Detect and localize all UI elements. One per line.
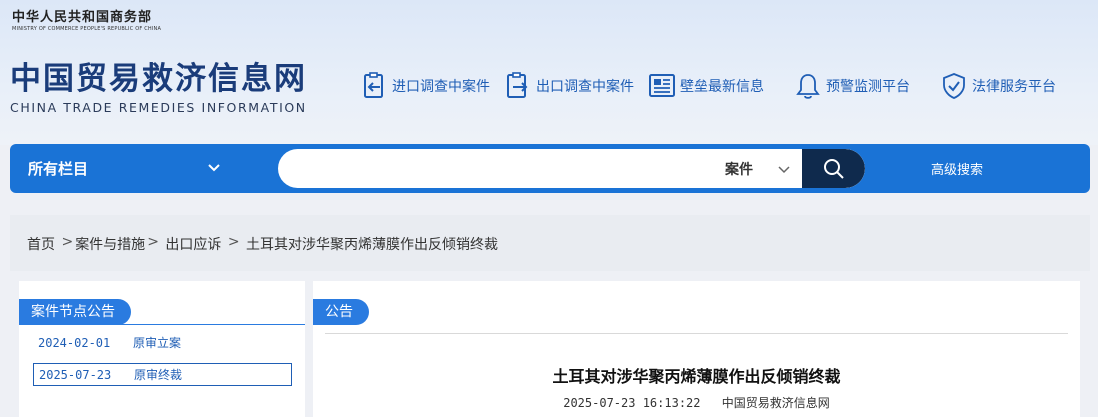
search-icon — [823, 158, 844, 179]
case-node-item-active[interactable]: 2025-07-23 原审终裁 — [33, 363, 292, 386]
nav-export-label: 出口调查中案件 — [536, 79, 634, 95]
divider — [19, 324, 305, 325]
nav-export-cases[interactable]: 出口调查中案件 — [504, 70, 634, 102]
case-node-label: 原审终裁 — [134, 368, 183, 382]
article-time: 2025-07-23 16:13:22 — [563, 396, 701, 410]
search-bar: 所有栏目 案件 高级搜索 — [10, 144, 1090, 193]
search-box: 案件 — [278, 149, 865, 188]
breadcrumb-separator: > — [147, 234, 164, 250]
shield-check-icon — [943, 73, 965, 99]
breadcrumb-home[interactable]: 首页 — [27, 234, 55, 254]
scope-dropdown[interactable]: 案件 — [725, 149, 800, 188]
nav-import-cases[interactable]: 进口调查中案件 — [360, 70, 490, 102]
search-button[interactable] — [802, 149, 865, 188]
import-doc-icon — [364, 72, 383, 98]
case-node-label: 原审立案 — [133, 336, 182, 350]
category-label: 所有栏目 — [28, 160, 89, 178]
newspaper-icon — [649, 74, 675, 97]
site-title-en: CHINA TRADE REMEDIES INFORMATION — [10, 100, 307, 115]
chevron-down-icon — [778, 166, 790, 174]
breadcrumb-separator: > — [57, 234, 74, 250]
nav-import-label: 进口调查中案件 — [392, 79, 490, 95]
case-node-date: 2024-02-01 — [38, 335, 111, 350]
ministry-logo[interactable]: 中华人民共和国商务部 MINISTRY OF COMMERCE PEOPLE'S… — [12, 6, 161, 32]
nav-warning-platform[interactable]: 预警监测平台 — [794, 70, 910, 102]
search-input[interactable] — [296, 149, 696, 188]
export-doc-icon — [507, 72, 528, 98]
divider — [325, 333, 1068, 334]
nav-warning-label: 预警监测平台 — [826, 79, 910, 95]
bell-icon — [796, 74, 820, 99]
nav-legal-platform[interactable]: 法律服务平台 — [940, 70, 1056, 102]
breadcrumb-export[interactable]: 出口应诉 — [165, 234, 221, 254]
ministry-name-cn: 中华人民共和国商务部 — [12, 10, 153, 25]
breadcrumb-current: 土耳其对涉华聚丙烯薄膜作出反倾销终裁 — [246, 237, 499, 253]
article-source: 中国贸易救济信息网 — [721, 396, 830, 410]
announcement-panel: 公告 土耳其对涉华聚丙烯薄膜作出反倾销终裁 2025-07-23 16:13:2… — [313, 281, 1080, 417]
case-node-date: 2025-07-23 — [39, 367, 112, 382]
nav-legal-label: 法律服务平台 — [972, 79, 1056, 95]
site-title-cn: 中国贸易救济信息网 — [10, 61, 307, 97]
breadcrumb-bar: 首页 > 案件与措施 > 出口应诉 > 土耳其对涉华聚丙烯薄膜作出反倾销终裁 — [10, 215, 1090, 271]
ministry-name-en: MINISTRY OF COMMERCE PEOPLE'S REPUBLIC O… — [12, 26, 162, 32]
case-node-item[interactable]: 2024-02-01 原审立案 — [33, 331, 292, 354]
top-nav: 进口调查中案件 出口调查中案件 壁垒最新信息 预警监测平台 法律服务平台 — [360, 70, 1056, 102]
breadcrumb: 首页 > 案件与措施 > 出口应诉 > 土耳其对涉华聚丙烯薄膜作出反倾销终裁 — [27, 234, 498, 254]
scope-label: 案件 — [725, 161, 753, 178]
category-dropdown[interactable]: 所有栏目 — [28, 144, 228, 193]
announcement-tab: 公告 — [313, 299, 369, 325]
case-nodes-panel: 案件节点公告 2024-02-01 原审立案 2025-07-23 原审终裁 — [19, 281, 305, 417]
breadcrumb-cases[interactable]: 案件与措施 — [75, 234, 145, 254]
breadcrumb-separator: > — [223, 234, 245, 250]
nav-barrier-news[interactable]: 壁垒最新信息 — [648, 70, 764, 102]
chevron-down-icon — [208, 164, 220, 172]
case-nodes-title: 案件节点公告 — [19, 299, 131, 325]
article-title: 土耳其对涉华聚丙烯薄膜作出反倾销终裁 — [552, 367, 841, 386]
nav-barrier-label: 壁垒最新信息 — [680, 79, 764, 95]
site-logo[interactable]: 中国贸易救济信息网 CHINA TRADE REMEDIES INFORMATI… — [10, 60, 307, 115]
article-meta: 2025-07-23 16:13:22 中国贸易救济信息网 — [313, 394, 1080, 411]
advanced-search-link[interactable]: 高级搜索 — [931, 144, 983, 193]
